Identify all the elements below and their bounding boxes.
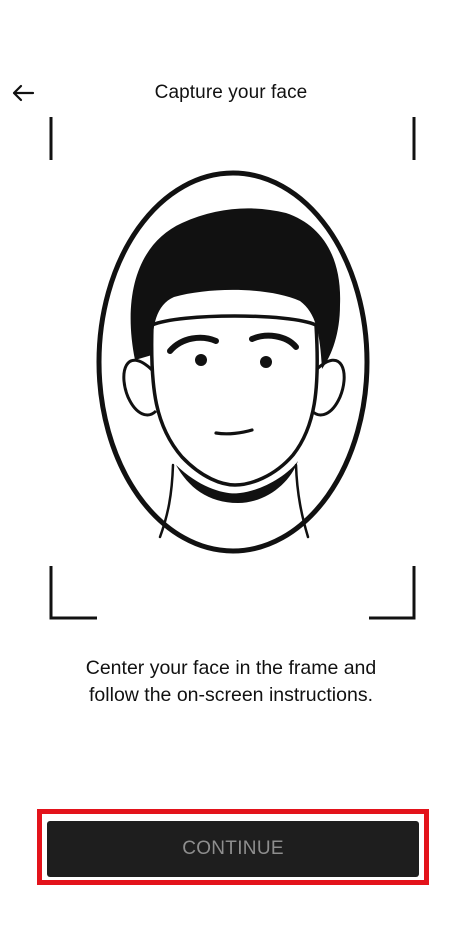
instructions-text: Center your face in the frame and follow… — [40, 655, 422, 709]
instructions-line-1: Center your face in the frame and — [85, 657, 377, 679]
instructions-line-2: follow the on-screen instructions. — [89, 684, 373, 706]
frame-corner-bottom-left — [49, 566, 97, 620]
frame-corner-bottom-right — [369, 566, 416, 620]
face-outline-icon — [96, 170, 370, 554]
continue-button[interactable]: CONTINUE — [47, 821, 419, 877]
